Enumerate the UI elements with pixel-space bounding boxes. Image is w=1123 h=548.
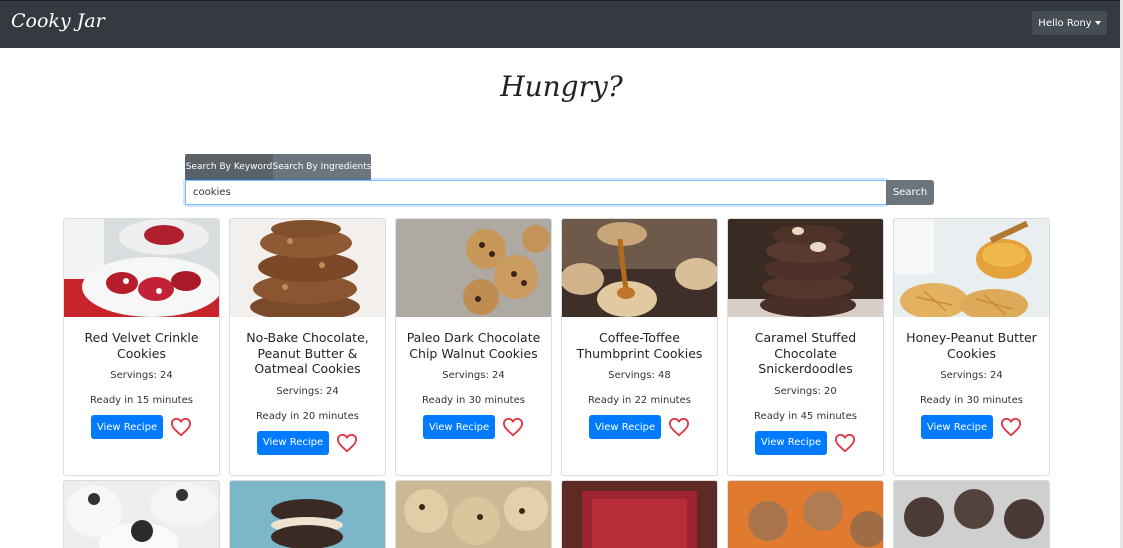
- recipe-servings: Servings: 48: [608, 370, 671, 381]
- recipe-actions: View Recipe: [562, 415, 717, 439]
- recipe-image[interactable]: [396, 219, 551, 317]
- view-recipe-button[interactable]: View Recipe: [257, 430, 329, 455]
- heart-icon[interactable]: [1000, 417, 1022, 437]
- recipe-ready-time: Ready in 45 minutes: [754, 410, 857, 422]
- recipe-actions: View Recipe: [728, 430, 883, 455]
- recipe-card: Caramel Stuffed Chocolate Snickerdoodles…: [727, 218, 884, 476]
- recipe-card: [63, 480, 220, 548]
- page-title: Hungry?: [500, 70, 623, 103]
- recipe-title: Coffee-Toffee Thumbprint Cookies: [576, 330, 703, 361]
- recipe-card: Coffee-Toffee Thumbprint Cookies Serving…: [561, 218, 718, 476]
- recipe-image[interactable]: [64, 481, 219, 548]
- heart-icon[interactable]: [668, 417, 690, 437]
- recipe-card: Paleo Dark Chocolate Chip Walnut Cookies…: [395, 218, 552, 476]
- recipe-title: Red Velvet Crinkle Cookies: [84, 330, 199, 361]
- heart-icon[interactable]: [834, 433, 856, 453]
- recipe-image[interactable]: [562, 219, 717, 317]
- recipe-servings: Servings: 24: [276, 385, 339, 397]
- recipe-image[interactable]: [894, 219, 1049, 317]
- recipe-ready-time: Ready in 20 minutes: [256, 410, 359, 422]
- recipe-servings: Servings: 24: [110, 370, 173, 381]
- recipe-card: No-Bake Chocolate, Peanut Butter & Oatme…: [229, 218, 386, 476]
- recipe-title: No-Bake Chocolate, Peanut Butter & Oatme…: [246, 330, 369, 376]
- recipe-image[interactable]: [230, 481, 385, 548]
- recipe-ready-time: Ready in 22 minutes: [588, 395, 691, 406]
- recipe-card: [727, 480, 884, 548]
- tab-search-by-ingredients[interactable]: Search By Ingredients: [273, 154, 371, 180]
- recipe-card: Honey-Peanut Butter Cookies Servings: 24…: [893, 218, 1050, 476]
- recipe-title: Honey-Peanut Butter Cookies: [906, 330, 1037, 361]
- view-recipe-button[interactable]: View Recipe: [423, 415, 495, 439]
- recipe-title: Caramel Stuffed Chocolate Snickerdoodles: [754, 330, 857, 376]
- recipe-actions: View Recipe: [894, 415, 1049, 439]
- recipe-card: [229, 480, 386, 548]
- recipe-ready-time: Ready in 30 minutes: [920, 395, 1023, 406]
- recipe-card: Red Velvet Crinkle Cookies Servings: 24 …: [63, 218, 220, 476]
- view-recipe-button[interactable]: View Recipe: [921, 415, 993, 439]
- heart-icon[interactable]: [502, 417, 524, 437]
- search-button[interactable]: Search: [886, 180, 934, 205]
- recipe-servings: Servings: 24: [442, 370, 505, 381]
- tab-search-by-keyword[interactable]: Search By Keyword: [185, 154, 273, 180]
- navbar: Cooky Jar Hello Rony: [0, 0, 1120, 48]
- recipe-servings: Servings: 20: [774, 385, 837, 397]
- brand-logo[interactable]: Cooky Jar: [11, 10, 105, 32]
- heart-icon[interactable]: [170, 417, 192, 437]
- recipe-image[interactable]: [230, 219, 385, 317]
- recipe-title: Paleo Dark Chocolate Chip Walnut Cookies: [406, 330, 541, 361]
- recipe-image[interactable]: [894, 481, 1049, 548]
- user-menu-label: Hello Rony: [1038, 17, 1092, 29]
- recipe-image[interactable]: [728, 481, 883, 548]
- recipe-card: [893, 480, 1050, 548]
- recipe-card: [395, 480, 552, 548]
- search-input[interactable]: [185, 180, 887, 205]
- recipe-actions: View Recipe: [396, 415, 551, 439]
- recipe-image[interactable]: [396, 481, 551, 548]
- recipe-ready-time: Ready in 30 minutes: [422, 395, 525, 406]
- user-menu-button[interactable]: Hello Rony: [1032, 11, 1107, 35]
- recipe-servings: Servings: 24: [940, 370, 1003, 381]
- view-recipe-button[interactable]: View Recipe: [91, 415, 163, 439]
- recipe-image[interactable]: [64, 219, 219, 317]
- caret-down-icon: [1094, 21, 1101, 25]
- recipe-image[interactable]: [728, 219, 883, 317]
- recipe-ready-time: Ready in 15 minutes: [90, 395, 193, 406]
- recipe-actions: View Recipe: [230, 430, 385, 455]
- recipe-card: [561, 480, 718, 548]
- recipe-actions: View Recipe: [64, 415, 219, 439]
- view-recipe-button[interactable]: View Recipe: [755, 430, 827, 455]
- recipe-image[interactable]: [562, 481, 717, 548]
- heart-icon[interactable]: [336, 433, 358, 453]
- view-recipe-button[interactable]: View Recipe: [589, 415, 661, 439]
